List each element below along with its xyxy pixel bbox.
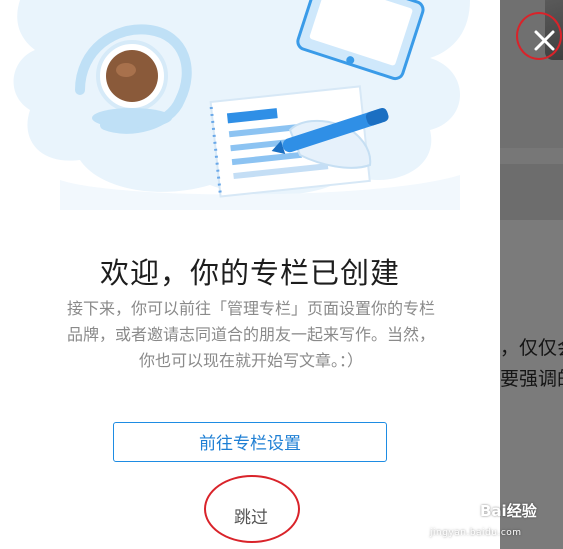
description-line: 接下来，你可以前往「管理专栏」页面设置你的专栏 [66,299,435,318]
dialog-title: 欢迎，你的专栏已创建 [99,256,400,290]
background-divider [500,148,563,164]
annotation-circle-close [516,12,562,60]
description-line: 品牌，或者邀请志同道合的朋友一起来写作。当然， [66,325,435,344]
go-to-column-settings-button[interactable]: 前往专栏设置 [113,422,387,462]
column-created-dialog: 欢迎，你的专栏已创建 接下来，你可以前往「管理专栏」页面设置你的专栏 品牌，或者… [0,0,500,549]
background-text-line: ，仅仅会 [500,337,563,359]
background-text-line: 要强调的 [500,368,563,390]
description-line: 你也可以现在就开始写文章。：） [138,351,363,370]
watermark-text: Bai经验 [480,502,537,520]
welcome-illustration [13,0,471,210]
dialog-description: 接下来，你可以前往「管理专栏」页面设置你的专栏 品牌，或者邀请志同道合的朋友一起… [46,296,456,374]
background-panel [500,164,563,220]
watermark-url: jingyan.baidu.com [430,528,522,538]
skip-link[interactable]: 跳过 [225,503,277,528]
